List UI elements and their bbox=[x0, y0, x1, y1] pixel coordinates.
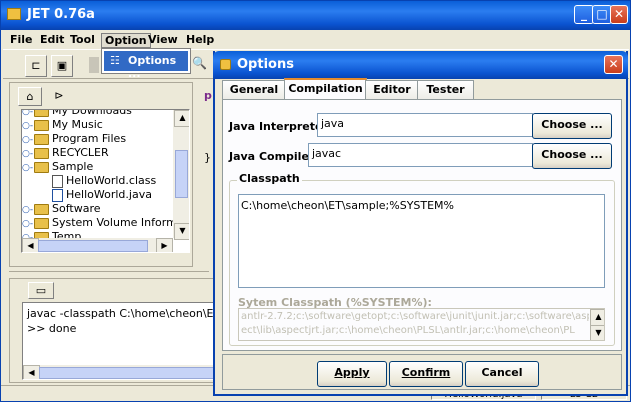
cancel-button[interactable]: Cancel bbox=[465, 361, 539, 387]
option-dropdown: ☷ Options ... bbox=[101, 48, 191, 80]
menu-tool[interactable]: Tool bbox=[70, 33, 95, 46]
scroll-right-icon[interactable]: ▶ bbox=[156, 238, 173, 252]
scroll-down-icon[interactable]: ▼ bbox=[174, 223, 189, 240]
compilation-panel: Java Interpreter: java Choose ... Java C… bbox=[222, 99, 622, 351]
options-item-icon: ☷ bbox=[110, 54, 120, 67]
menu-file[interactable]: File bbox=[10, 33, 33, 46]
syscp-scroll-down-icon[interactable]: ▼ bbox=[590, 325, 604, 340]
classpath-value: C:\home\cheon\ET\sample;%SYSTEM% bbox=[241, 199, 455, 212]
classpath-label: Classpath bbox=[237, 172, 302, 185]
menu-edit[interactable]: Edit bbox=[40, 33, 64, 46]
console-output: javac -classpath C:\home\cheon\ET\s >> d… bbox=[22, 302, 214, 380]
syscp-scroll-up-icon[interactable]: ▲ bbox=[590, 309, 604, 326]
dialog-button-bar: Apply Confirm Cancel bbox=[222, 354, 622, 390]
tree-item-recycler[interactable]: ○- RECYCLER bbox=[22, 146, 109, 160]
dialog-icon bbox=[220, 59, 231, 70]
tree-item-program-files[interactable]: ○- Program Files bbox=[22, 132, 126, 146]
home-tab-icon[interactable]: ⌂ bbox=[18, 87, 42, 106]
menu-bar: File Edit Tool Option View Help bbox=[1, 31, 630, 48]
main-title: JET 0.76a bbox=[27, 7, 95, 22]
interpreter-field[interactable]: java bbox=[317, 113, 533, 137]
system-classpath-line-1: antlr-2.7.2;c:\software\getopt;c:\softwa… bbox=[241, 311, 589, 322]
dialog-title-bar[interactable]: Options ✕ bbox=[213, 51, 628, 79]
menu-help[interactable]: Help bbox=[186, 33, 214, 46]
tree-item-downloads[interactable]: ○- My Downloads bbox=[22, 110, 132, 118]
dialog-tabs: General Compilation Editor Tester bbox=[222, 78, 622, 101]
compiler-field[interactable]: javac bbox=[308, 143, 533, 167]
file-tree: ○- My Downloads ○- My Music ○- Program File… bbox=[21, 109, 190, 253]
toolbar-icon-faded bbox=[89, 57, 99, 73]
close-button[interactable]: ✕ bbox=[610, 5, 628, 24]
tree-item-helloworld-java[interactable]: HelloWorld.java bbox=[52, 188, 152, 202]
editor-fragment-brace: } bbox=[204, 151, 211, 164]
apply-button-label: Apply bbox=[334, 366, 370, 379]
tab-compilation[interactable]: Compilation bbox=[284, 78, 367, 101]
console-hscrollbar[interactable]: ◀ bbox=[23, 365, 213, 379]
classpath-textarea[interactable]: C:\home\cheon\ET\sample;%SYSTEM% bbox=[238, 194, 605, 288]
options-dialog: Options ✕ General Compilation Editor Tes… bbox=[213, 51, 628, 396]
console-hscroll-thumb[interactable] bbox=[39, 367, 213, 379]
tab-editor[interactable]: Editor bbox=[365, 80, 419, 100]
console-scroll-left-icon[interactable]: ◀ bbox=[23, 365, 40, 379]
menu-view[interactable]: View bbox=[148, 33, 178, 46]
save-icon[interactable]: ▣ bbox=[51, 55, 73, 77]
system-classpath-line-2: ect\lib\aspectjrt.jar;c:\home\cheon\PLSL… bbox=[241, 325, 575, 336]
console-line-2: >> done bbox=[27, 322, 77, 335]
maximize-button[interactable]: □ bbox=[592, 5, 612, 24]
tree-hscrollbar[interactable]: ◀ ▶ bbox=[22, 238, 173, 252]
split-divider[interactable] bbox=[9, 271, 209, 275]
app-icon bbox=[7, 8, 21, 20]
confirm-button[interactable]: Confirm bbox=[389, 361, 463, 387]
console-tab-icon[interactable]: ▭ bbox=[28, 282, 54, 299]
cancel-button-label: Cancel bbox=[481, 366, 523, 379]
apply-button[interactable]: Apply bbox=[317, 361, 387, 387]
dialog-title: Options bbox=[237, 57, 294, 72]
menu-option[interactable]: Option bbox=[101, 33, 151, 48]
open-icon[interactable]: ⊏ bbox=[25, 55, 47, 77]
tree-item-music[interactable]: ○- My Music bbox=[22, 118, 103, 132]
confirm-button-label: Confirm bbox=[401, 366, 451, 379]
tree-vscroll-thumb[interactable] bbox=[175, 150, 188, 198]
file-icon bbox=[52, 174, 63, 188]
editor-fragment-p: p bbox=[204, 89, 212, 102]
minimize-button[interactable]: _ bbox=[574, 5, 594, 24]
scroll-left-icon[interactable]: ◀ bbox=[22, 238, 39, 252]
main-title-bar[interactable]: JET 0.76a _ □ ✕ bbox=[1, 1, 630, 30]
compiler-choose-button[interactable]: Choose ... bbox=[532, 143, 612, 169]
tree-item-system-volume[interactable]: ○- System Volume Inform bbox=[22, 216, 177, 230]
options-item-label: Options ... bbox=[128, 54, 177, 80]
compiler-label: Java Compiler: bbox=[229, 150, 319, 163]
scroll-up-icon[interactable]: ▲ bbox=[174, 110, 189, 127]
file-tab-icon[interactable]: ⊳ bbox=[48, 87, 70, 106]
system-classpath-vscrollbar[interactable]: ▲ ▼ bbox=[590, 309, 604, 340]
system-classpath-textarea: antlr-2.7.2;c:\software\getopt;c:\softwa… bbox=[238, 308, 605, 341]
console-line-1: javac -classpath C:\home\cheon\ET\s bbox=[27, 307, 214, 320]
tree-item-software[interactable]: ○- Software bbox=[22, 202, 101, 216]
tab-tester[interactable]: Tester bbox=[417, 80, 474, 100]
tab-general[interactable]: General bbox=[222, 80, 286, 100]
tree-panel: ⌂ ⊳ ○- My Downloads ○- My Music ○- Program … bbox=[9, 82, 193, 267]
search-icon[interactable]: 🔍 bbox=[192, 56, 207, 72]
tree-item-sample[interactable]: ○- Sample bbox=[22, 160, 93, 174]
interpreter-choose-button[interactable]: Choose ... bbox=[532, 113, 612, 139]
dialog-close-button[interactable]: ✕ bbox=[604, 55, 623, 74]
tree-hscroll-thumb[interactable] bbox=[38, 240, 148, 252]
tree-item-helloworld-class[interactable]: HelloWorld.class bbox=[52, 174, 156, 188]
java-file-icon bbox=[52, 188, 63, 202]
tree-vscrollbar[interactable]: ▲ ▼ bbox=[173, 110, 189, 240]
console-panel: ▭ javac -classpath C:\home\cheon\ET\s >>… bbox=[9, 278, 214, 383]
options-menu-item[interactable]: ☷ Options ... bbox=[104, 51, 188, 80]
